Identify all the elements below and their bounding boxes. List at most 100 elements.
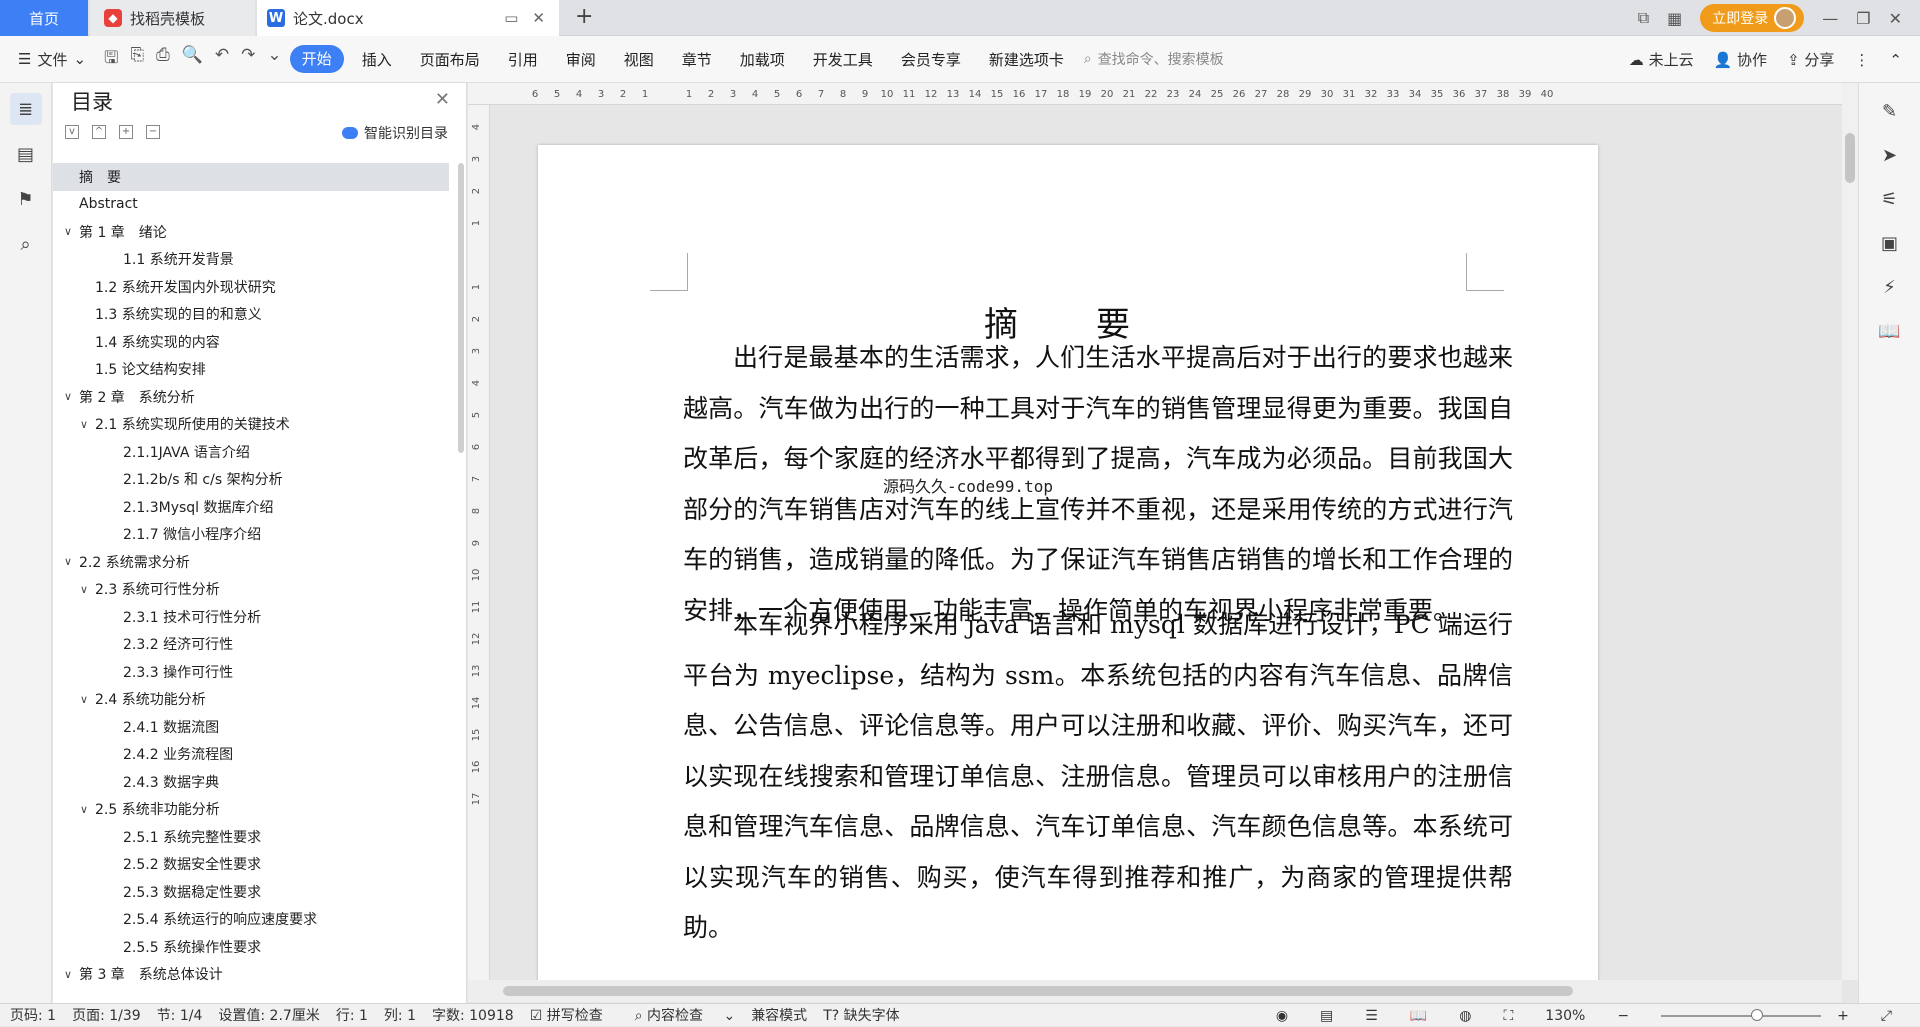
redo-icon[interactable]: ↷ bbox=[241, 45, 255, 74]
restore-icon[interactable]: ❐ bbox=[1856, 9, 1870, 28]
zoom-slider-handle[interactable] bbox=[1751, 1008, 1764, 1021]
toc-item[interactable]: ∨ 第 2 章 系统分析 bbox=[53, 383, 449, 411]
chevron-down-icon[interactable]: ∨ bbox=[61, 225, 75, 238]
select-cursor-icon[interactable]: ➤ bbox=[1878, 145, 1902, 169]
ribbon-tab-2[interactable]: 页面布局 bbox=[406, 49, 494, 70]
horizontal-scrollbar[interactable] bbox=[468, 980, 1842, 1002]
cloud-status-button[interactable]: ☁ 未上云 bbox=[1629, 49, 1694, 70]
toc-item[interactable]: 1.1 系统开发背景 bbox=[53, 246, 449, 274]
toc-item[interactable]: 2.5.1 系统完整性要求 bbox=[53, 823, 449, 851]
tab-home[interactable]: 首页 bbox=[0, 0, 88, 36]
file-menu-button[interactable]: ☰ 文件 ⌄ bbox=[0, 49, 96, 70]
more-options-icon[interactable]: ⋮ bbox=[1854, 51, 1869, 69]
toc-scrollbar[interactable] bbox=[458, 163, 464, 453]
share-button[interactable]: ⇪ 分享 bbox=[1787, 49, 1834, 70]
status-col[interactable]: 列: 1 bbox=[384, 1005, 416, 1025]
document-page[interactable]: 摘 要 出行是最基本的生活需求，人们生活水平提高后对于出行的要求也越来越高。汽车… bbox=[538, 145, 1598, 980]
vertical-ruler[interactable]: 4 3 2 1 1 2 3 4 5 6 7 8 9 10 11 12 13 14 15 16 17 bbox=[468, 105, 490, 980]
ribbon-tab-6[interactable]: 章节 bbox=[668, 49, 726, 70]
toc-panel-icon[interactable]: ≣ bbox=[9, 93, 42, 125]
vertical-scrollbar[interactable] bbox=[1842, 83, 1858, 980]
close-tab-icon[interactable]: ✕ bbox=[532, 9, 545, 27]
chevron-down-icon[interactable]: ∨ bbox=[77, 693, 91, 706]
toc-item[interactable]: 1.2 系统开发国内外现状研究 bbox=[53, 273, 449, 301]
login-button[interactable]: 立即登录 bbox=[1700, 4, 1805, 32]
print-preview-icon[interactable]: 🔍 bbox=[182, 45, 203, 74]
expand-level-icon[interactable]: ^ bbox=[92, 125, 106, 139]
chevron-down-icon[interactable]: ∨ bbox=[77, 583, 91, 596]
content-check-button[interactable]: ⌕ 内容检查 ⌄ bbox=[635, 1005, 735, 1025]
read-view-icon[interactable]: 📖 bbox=[1410, 1008, 1427, 1024]
pin-tab-icon[interactable]: ▭ bbox=[504, 9, 518, 27]
smart-toc-button[interactable]: 智能识别目录 bbox=[342, 123, 448, 143]
status-words[interactable]: 字数: 10918 bbox=[432, 1005, 514, 1025]
toc-item[interactable]: 2.5.3 数据稳定性要求 bbox=[53, 878, 449, 906]
export-icon[interactable]: ⎘ bbox=[131, 45, 145, 74]
ribbon-tab-3[interactable]: 引用 bbox=[494, 49, 552, 70]
toc-item[interactable]: 2.1.7 微信小程序介绍 bbox=[53, 521, 449, 549]
chevron-down-icon[interactable]: ∨ bbox=[61, 390, 75, 403]
fit-page-icon[interactable]: ⛶ bbox=[1503, 1008, 1513, 1024]
chevron-down-icon[interactable]: ∨ bbox=[77, 803, 91, 816]
outline-view-icon[interactable]: ☰ bbox=[1365, 1008, 1378, 1024]
toc-item[interactable]: ∨ 2.3 系统可行性分析 bbox=[53, 576, 449, 604]
minimize-icon[interactable]: — bbox=[1822, 9, 1838, 28]
collapse-level-icon[interactable]: v bbox=[65, 125, 79, 139]
toc-item[interactable]: 1.5 论文结构安排 bbox=[53, 356, 449, 384]
vertical-scroll-thumb[interactable] bbox=[1845, 133, 1855, 183]
status-page[interactable]: 页码: 1 bbox=[10, 1005, 56, 1025]
toc-item[interactable]: 1.4 系统实现的内容 bbox=[53, 328, 449, 356]
zoom-slider[interactable] bbox=[1661, 1008, 1822, 1021]
status-row[interactable]: 行: 1 bbox=[336, 1005, 368, 1025]
save-icon[interactable]: 🖫 bbox=[104, 45, 118, 74]
toc-item[interactable]: ∨ 第 3 章 系统总体设计 bbox=[53, 961, 449, 989]
ribbon-tab-0[interactable]: 开始 bbox=[289, 45, 344, 73]
bookmark-icon[interactable]: ⚑ bbox=[10, 183, 42, 215]
status-section[interactable]: 节: 1/4 bbox=[157, 1005, 203, 1025]
toc-item[interactable]: 摘 要 bbox=[53, 163, 449, 191]
status-pages[interactable]: 页面: 1/39 bbox=[72, 1005, 141, 1025]
toc-item[interactable]: ∨ 2.4 系统功能分析 bbox=[53, 686, 449, 714]
toc-item[interactable]: ∨ 第 1 章 绪论 bbox=[53, 218, 449, 246]
chevron-down-icon[interactable]: ∨ bbox=[61, 968, 75, 981]
command-search[interactable]: ⌕ 查找命令、搜索模板 bbox=[1084, 49, 1224, 69]
ribbon-tab-8[interactable]: 开发工具 bbox=[799, 49, 887, 70]
tab-template[interactable]: ◆ 找稻壳模板 bbox=[90, 0, 255, 36]
toc-item[interactable]: ∨ 2.1 系统实现所使用的关键技术 bbox=[53, 411, 449, 439]
collab-button[interactable]: 👤 协作 bbox=[1714, 49, 1767, 70]
missing-font-button[interactable]: T? 缺失字体 bbox=[823, 1005, 915, 1025]
spell-check-button[interactable]: ☑ 拼写检查 bbox=[530, 1005, 619, 1025]
ribbon-tab-4[interactable]: 审阅 bbox=[552, 49, 610, 70]
tab-document[interactable]: W 论文.docx ▭ ✕ bbox=[257, 0, 559, 36]
toc-item[interactable]: 2.1.2b/s 和 c/s 架构分析 bbox=[53, 466, 449, 494]
navigation-icon[interactable]: ▤ bbox=[10, 138, 42, 170]
page-view-icon[interactable]: ▤ bbox=[1320, 1008, 1333, 1024]
toc-item[interactable]: 2.5.4 系统运行的响应速度要求 bbox=[53, 906, 449, 934]
toc-item[interactable]: 2.3.3 操作可行性 bbox=[53, 658, 449, 686]
status-setting[interactable]: 设置值: 2.7厘米 bbox=[218, 1005, 319, 1025]
toc-item[interactable]: ∨ 2.2 系统需求分析 bbox=[53, 548, 449, 576]
toc-item[interactable]: 2.4.1 数据流图 bbox=[53, 713, 449, 741]
horizontal-ruler[interactable]: 6 5 4 3 2 1 1 2 3 4 5 6 7 8 9 10 11 12 13 14 15 16 17 18 19 20 21 2… bbox=[468, 83, 1842, 105]
toc-item[interactable]: 2.1.1JAVA 语言介绍 bbox=[53, 438, 449, 466]
close-window-icon[interactable]: ✕ bbox=[1889, 9, 1902, 28]
undo-icon[interactable]: ↶ bbox=[215, 45, 229, 74]
window-layout-icon[interactable]: ⧉ bbox=[1638, 8, 1649, 28]
collapse-ribbon-icon[interactable]: ⌃ bbox=[1889, 51, 1902, 69]
find-icon[interactable]: ⌕ bbox=[10, 228, 42, 260]
toc-item[interactable]: 2.5.2 数据安全性要求 bbox=[53, 851, 449, 879]
ribbon-tab-5[interactable]: 视图 bbox=[610, 49, 668, 70]
toc-item[interactable]: ∨ 2.5 系统非功能分析 bbox=[53, 796, 449, 824]
ribbon-tab-1[interactable]: 插入 bbox=[348, 49, 406, 70]
zoom-level[interactable]: 130% bbox=[1545, 1008, 1585, 1024]
print-icon[interactable]: ⎙ bbox=[156, 45, 170, 74]
more-quick-icon[interactable]: ⌄ bbox=[267, 45, 281, 74]
web-view-icon[interactable]: ◍ bbox=[1459, 1008, 1471, 1024]
image-tool-icon[interactable]: ▣ bbox=[1878, 233, 1902, 257]
toc-item[interactable]: 1.3 系统实现的目的和意义 bbox=[53, 301, 449, 329]
eye-protect-icon[interactable]: ◉ bbox=[1276, 1008, 1288, 1024]
toc-item[interactable]: 2.4.2 业务流程图 bbox=[53, 741, 449, 769]
horizontal-scroll-thumb[interactable] bbox=[503, 986, 1573, 996]
zoom-in-icon[interactable]: + bbox=[1837, 1008, 1849, 1024]
ribbon-tab-7[interactable]: 加载项 bbox=[726, 49, 799, 70]
